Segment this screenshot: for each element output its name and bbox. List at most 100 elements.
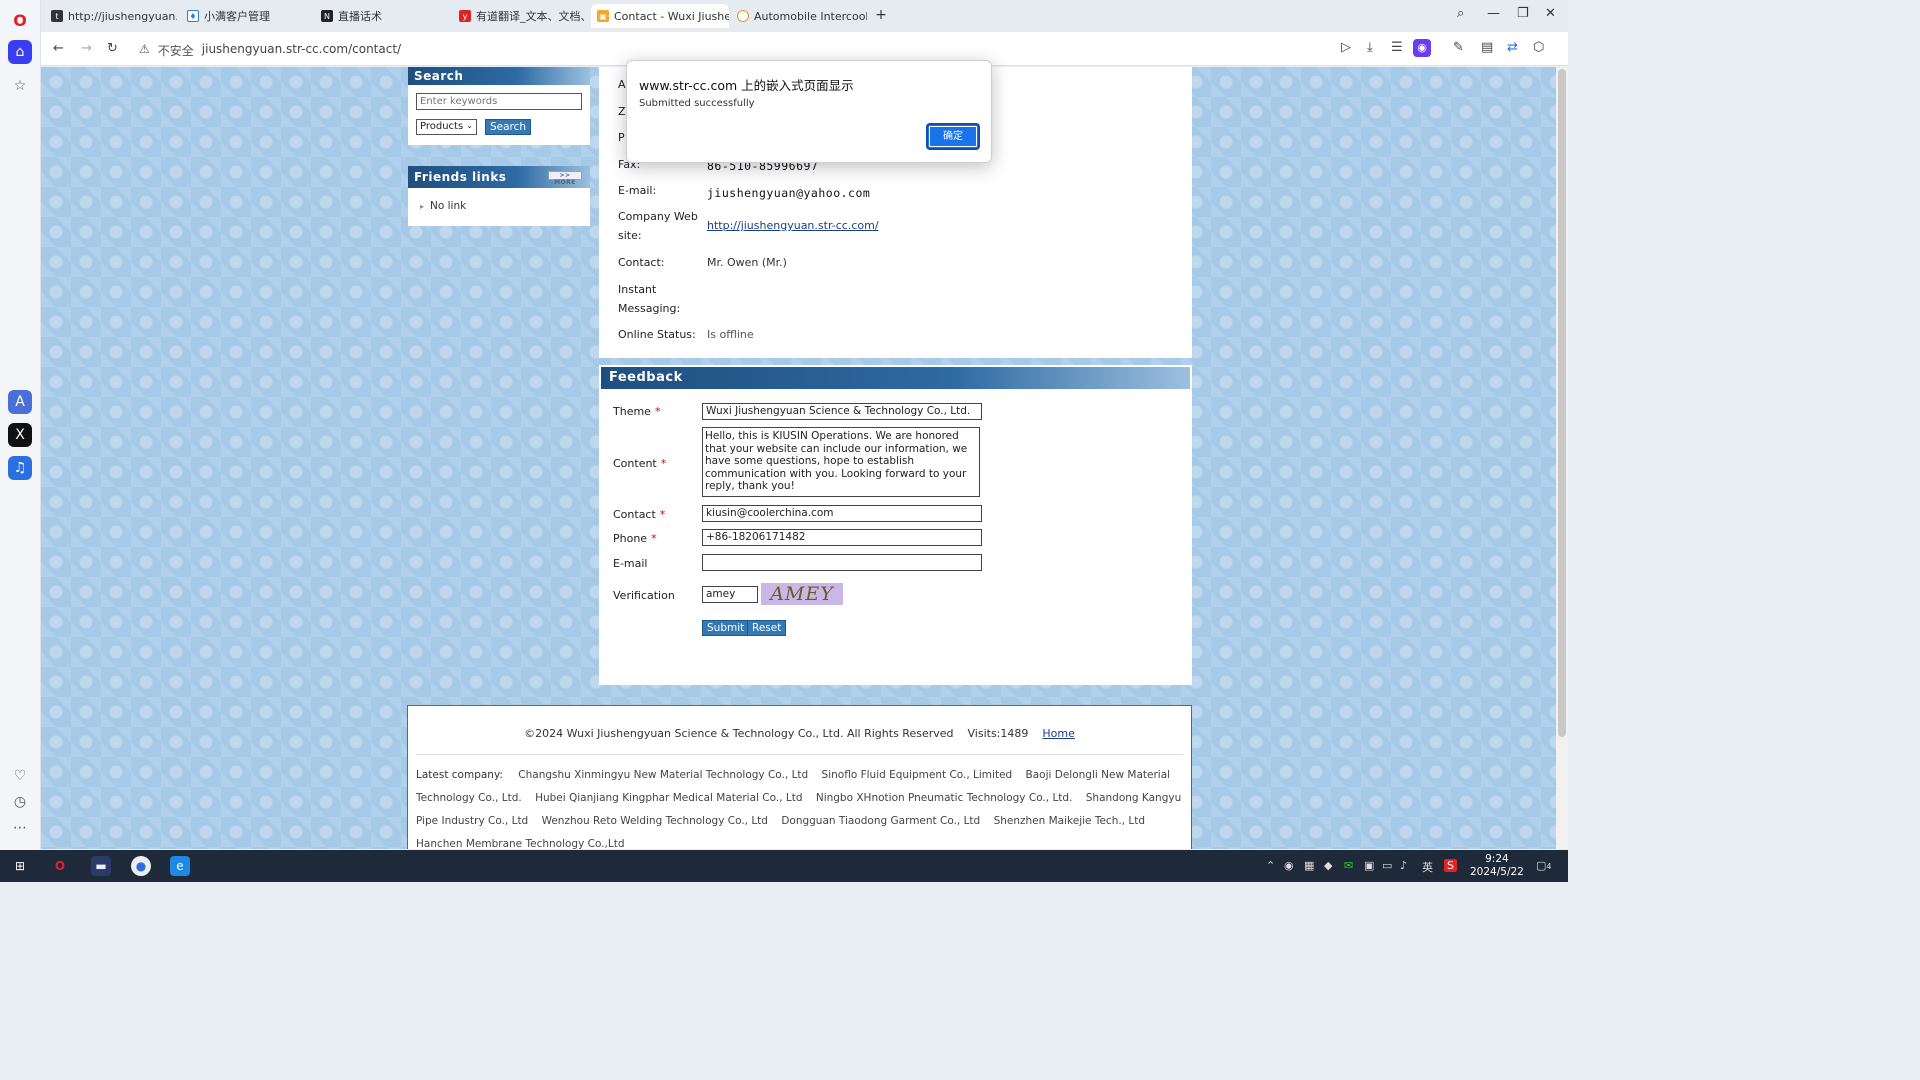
tab-youdao-translate[interactable]: y 有道翻译_文本、文档、网: [453, 4, 589, 28]
tab-jiushengyuan[interactable]: t http://jiushengyuan.str-: [45, 4, 177, 28]
dialog-message: Submitted successfully: [639, 98, 755, 109]
website-link[interactable]: http://jiushengyuan.str-cc.com/: [707, 219, 879, 232]
online-status-value: Is offline: [707, 328, 754, 341]
x-twitter-icon[interactable]: X: [8, 423, 32, 447]
content-textarea[interactable]: Hello, this is KIUSIN Operations. We are…: [702, 427, 980, 497]
app-taskbar-icon[interactable]: ▬: [91, 856, 111, 876]
translate-icon[interactable]: ⇄: [1507, 40, 1518, 55]
forward-icon[interactable]: →: [81, 41, 92, 56]
back-icon[interactable]: ←: [53, 41, 64, 56]
captcha-image[interactable]: AMEY: [761, 583, 843, 605]
company-link[interactable]: Ningbo XHnotion Pneumatic Technology Co.…: [816, 792, 1073, 804]
security-label[interactable]: 不安全: [158, 42, 194, 59]
favorites-heart-icon[interactable]: ♡: [8, 764, 32, 788]
easy-setup-icon[interactable]: ☰: [1391, 40, 1403, 55]
close-window-icon[interactable]: ✕: [1545, 6, 1556, 21]
profile-icon[interactable]: ◉: [1413, 39, 1431, 57]
dialog-ok-button[interactable]: 确定: [926, 123, 980, 150]
page-scrollbar[interactable]: [1556, 67, 1568, 849]
location-pin-icon: ♦: [187, 10, 199, 22]
verification-input[interactable]: amey: [702, 586, 758, 603]
chat-app-icon[interactable]: ●: [131, 856, 151, 876]
tab-contact-active[interactable]: ▣ Contact - Wuxi Jiusheng: [591, 4, 729, 28]
search-button[interactable]: Search: [485, 119, 532, 135]
company-link[interactable]: Wenzhou Reto Welding Technology Co., Ltd: [542, 815, 768, 827]
tab-title: Automobile Intercooler,: [754, 9, 867, 23]
tab-title: 小满客户管理: [204, 10, 270, 23]
theme-input[interactable]: Wuxi Jiushengyuan Science & Technology C…: [702, 403, 982, 420]
page-favicon-icon: [737, 10, 749, 22]
scrollbar-thumb[interactable]: [1558, 69, 1566, 737]
tray-expand-icon[interactable]: ⌃: [1266, 859, 1275, 872]
send-icon[interactable]: ▷: [1341, 40, 1351, 55]
extensions-cube-icon[interactable]: ⬡: [1533, 40, 1544, 55]
search-keywords-input[interactable]: [416, 93, 582, 110]
extension-icon[interactable]: ✎: [1453, 40, 1464, 55]
ime-indicator[interactable]: 英: [1422, 859, 1433, 875]
company-link[interactable]: Hanchen Membrane Technology Co.,Ltd: [416, 838, 625, 849]
music-player-icon[interactable]: ♫: [8, 456, 32, 480]
minimize-icon[interactable]: —: [1487, 6, 1500, 21]
more-link[interactable]: >> MORE: [548, 171, 582, 186]
phone-input[interactable]: +86-18206171482: [702, 529, 982, 546]
email-field[interactable]: [702, 554, 982, 571]
tray-app-icon[interactable]: ▣: [1364, 859, 1374, 872]
home-icon[interactable]: ⌂: [8, 40, 32, 64]
restore-icon[interactable]: ❐: [1517, 6, 1529, 21]
tab-live-script[interactable]: N 直播话术: [315, 4, 449, 28]
network-icon[interactable]: ▭: [1382, 859, 1392, 872]
pinboard-icon[interactable]: ☆: [8, 74, 32, 98]
system-clock[interactable]: 9:24 2024/5/22: [1470, 853, 1524, 879]
windows-start-icon[interactable]: ⊞: [10, 856, 30, 876]
feedback-panel: Feedback Theme * Wuxi Jiushengyuan Scienc…: [599, 365, 1192, 685]
opera-taskbar-icon[interactable]: O: [50, 856, 70, 876]
tray-app-icon[interactable]: ◉: [1284, 859, 1294, 872]
notification-center-icon[interactable]: ▢4: [1536, 859, 1552, 872]
url-text[interactable]: jiushengyuan.str-cc.com/contact/: [202, 42, 401, 59]
volume-muted-icon[interactable]: ♪: [1400, 859, 1407, 872]
required-mark: *: [654, 405, 661, 418]
sogou-input-icon[interactable]: S: [1444, 859, 1457, 872]
content-label: Content *: [613, 457, 666, 470]
aria-icon[interactable]: A: [8, 390, 32, 414]
home-link[interactable]: Home: [1042, 727, 1074, 740]
tray-app-icon[interactable]: ▦: [1304, 859, 1314, 872]
tab-xiaoman-crm[interactable]: ♦ 小满客户管理: [181, 4, 311, 28]
submit-button[interactable]: Submit: [702, 620, 750, 636]
company-link[interactable]: Dongguan Tiaodong Garment Co., Ltd: [781, 815, 980, 827]
history-clock-icon[interactable]: ◷: [8, 790, 32, 814]
tab-search-icon[interactable]: ⌕: [1457, 6, 1464, 21]
company-link[interactable]: Hubei Qianjiang Kingphar Medical Materia…: [535, 792, 802, 804]
extension-badge-icon[interactable]: ▤: [1481, 40, 1493, 55]
reload-icon[interactable]: ↻: [107, 41, 118, 56]
latest-companies: Latest company: Changshu Xinmingyu New M…: [416, 764, 1183, 849]
opera-logo-icon[interactable]: O: [8, 8, 32, 32]
tray-app-icon[interactable]: ◆: [1324, 859, 1332, 872]
more-options-icon[interactable]: ⋯: [8, 816, 32, 840]
company-link[interactable]: Changshu Xinmingyu New Material Technolo…: [518, 769, 808, 781]
verification-label: Verification: [613, 589, 675, 602]
not-secure-warning-icon[interactable]: ⚠: [139, 42, 150, 59]
friend-link-item: No link: [420, 200, 466, 212]
phone-label-text: Phone: [613, 532, 648, 545]
reset-button[interactable]: Reset: [747, 620, 787, 636]
required-mark: *: [660, 457, 667, 470]
copyright-text: ©2024 Wuxi Jiushengyuan Science & Techno…: [524, 727, 954, 740]
contact-input[interactable]: kiusin@coolerchina.com: [702, 505, 982, 522]
email-label: E-mail:: [618, 184, 657, 197]
visits-counter: Visits:1489: [967, 727, 1029, 740]
new-tab-button[interactable]: +: [873, 7, 889, 23]
company-link[interactable]: Sinoflo Fluid Equipment Co., Limited: [822, 769, 1013, 781]
tab-title: http://jiushengyuan.str-: [68, 9, 177, 23]
search-category-select[interactable]: Products ⌄: [416, 119, 477, 135]
address-bar[interactable]: ⚠ 不安全 jiushengyuan.str-cc.com/contact/: [139, 42, 401, 59]
wechat-icon[interactable]: ✉: [1344, 859, 1353, 872]
theme-label-text: Theme: [613, 405, 651, 418]
company-link[interactable]: Shenzhen Maikejie Tech., Ltd: [994, 815, 1145, 827]
page-footer: ©2024 Wuxi Jiushengyuan Science & Techno…: [407, 705, 1192, 849]
edge-browser-icon[interactable]: e: [170, 856, 190, 876]
tab-automobile-intercooler[interactable]: Automobile Intercooler,: [731, 4, 867, 28]
download-icon[interactable]: ⤓: [1367, 40, 1373, 55]
dialog-title: www.str-cc.com 上的嵌入式页面显示: [639, 78, 854, 93]
browser-sidebar: O ⌂ ☆ A X ♫ ♡ ◷ ⋯: [0, 0, 41, 850]
